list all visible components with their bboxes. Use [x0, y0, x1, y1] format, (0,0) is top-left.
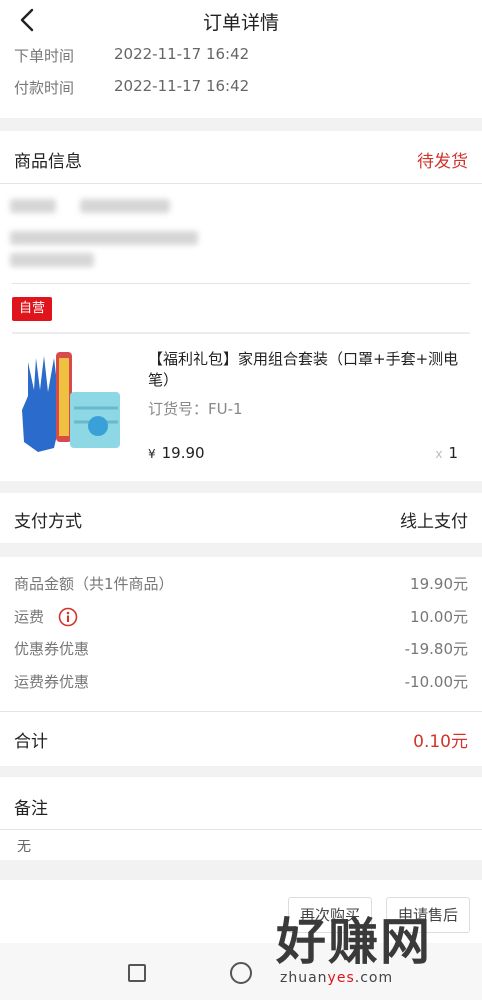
goods-section-title: 商品信息 [14, 152, 82, 172]
order-time-section: 下单时间 2022-11-17 16:42 付款时间 2022-11-17 16… [0, 40, 482, 118]
product-sku: 订货号：FU-1 [148, 400, 243, 418]
divider [0, 183, 482, 184]
remark-label: 备注 [14, 799, 48, 819]
payment-method-row: 支付方式 线上支付 [0, 493, 482, 543]
pay-time-value: 2022-11-17 16:42 [114, 77, 250, 95]
order-time-label: 下单时间 [14, 47, 75, 65]
recent-apps-icon[interactable] [128, 964, 146, 982]
divider [0, 711, 482, 712]
remark-value: 无 [17, 839, 31, 855]
coupon-discount-value: -19.80元 [404, 640, 468, 658]
pay-time-label: 付款时间 [14, 79, 75, 97]
payment-method-value: 线上支付 [400, 512, 468, 532]
shipping-fee-label-wrap: 运费 [14, 606, 78, 627]
home-icon[interactable] [230, 962, 252, 984]
watermark-url-c: .com [354, 970, 394, 986]
product-name[interactable]: 【福利礼包】家用组合套装（口罩+手套+测电笔） [148, 349, 472, 391]
goods-amount-label: 商品金额（共1件商品） [14, 575, 174, 593]
watermark-url: zhuanyes.com [280, 970, 393, 986]
product-quantity: x1 [435, 444, 458, 462]
shipping-coupon-row: 运费券优惠 -10.00元 [14, 671, 468, 695]
price-value: 19.90 [161, 444, 205, 462]
order-status: 待发货 [417, 152, 468, 172]
total-label: 合计 [14, 732, 48, 752]
page-title: 订单详情 [202, 12, 279, 34]
info-icon[interactable] [58, 607, 78, 627]
coupon-discount-label: 优惠券优惠 [14, 640, 90, 658]
watermark-url-a: zhuan [280, 970, 328, 986]
shipping-coupon-value: -10.00元 [404, 673, 468, 691]
address-blurred [10, 199, 56, 213]
shipping-fee-value: 10.00元 [410, 608, 468, 626]
divider [12, 283, 470, 284]
product-image[interactable] [14, 352, 128, 456]
self-operated-badge: 自营 [12, 297, 52, 321]
divider [0, 829, 482, 830]
address-blurred [80, 199, 170, 213]
coupon-discount-row: 优惠券优惠 -19.80元 [14, 638, 468, 662]
shipping-fee-row: 运费 10.00元 [14, 606, 468, 630]
currency-symbol: ¥ [148, 447, 156, 461]
shipping-fee-label: 运费 [14, 608, 45, 626]
address-blurred [10, 231, 198, 245]
order-time-value: 2022-11-17 16:42 [114, 45, 250, 63]
watermark-url-b: yes [327, 970, 355, 986]
shipping-coupon-label: 运费券优惠 [14, 673, 90, 691]
divider [12, 332, 470, 334]
watermark-logo: 好赚网 [276, 913, 432, 971]
product-price: ¥19.90 [148, 444, 205, 462]
total-value: 0.10元 [413, 732, 468, 752]
top-bar: 订单详情 [0, 0, 482, 40]
goods-amount-value: 19.90元 [410, 575, 468, 593]
payment-method-label: 支付方式 [14, 512, 82, 532]
quantity-prefix: x [435, 447, 443, 461]
address-blurred [10, 253, 94, 267]
goods-amount-row: 商品金额（共1件商品） 19.90元 [14, 573, 468, 597]
quantity-value: 1 [448, 444, 458, 462]
watermark: 好赚网 zhuanyes.com [276, 914, 476, 994]
remark-section: 备注 无 [0, 777, 482, 860]
fee-section: 商品金额（共1件商品） 19.90元 运费 10.00元 优惠券优惠 -19.8… [0, 557, 482, 766]
